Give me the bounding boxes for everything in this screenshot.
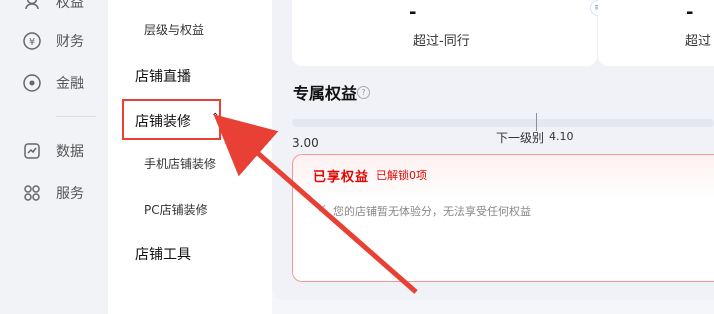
sub-nav-item-tools[interactable]: 店铺工具 <box>135 244 191 264</box>
nav-item-data[interactable]: 数据 <box>22 139 84 163</box>
nav-item-jinrong[interactable]: 金融 <box>22 71 84 95</box>
finance-icon <box>22 73 42 93</box>
stat-label-peer: 超过-同行 <box>413 34 470 49</box>
nav-label-data: 数据 <box>56 144 84 160</box>
progress-track <box>292 119 714 127</box>
benefits-unlocked-count: 已解锁0项 <box>376 169 427 182</box>
nav-divider <box>56 116 96 117</box>
sub-nav: 层级与权益 店铺直播 店铺装修 手机店铺装修 PC店铺装修 店铺工具 <box>108 0 272 314</box>
svg-text:¥: ¥ <box>29 37 35 48</box>
stat-card-peer: - 超过-同行 <box>292 0 597 66</box>
yen-icon: ¥ <box>22 31 42 51</box>
help-icon[interactable]: ? <box>357 86 370 99</box>
nav-item-finance[interactable]: ¥ 财务 <box>22 29 84 53</box>
chart-icon <box>22 141 42 161</box>
sub-nav-item-mobile-decoration[interactable]: 手机店铺装修 <box>144 155 216 172</box>
sub-nav-item-live[interactable]: 店铺直播 <box>135 66 191 86</box>
stat-value-b: - <box>686 2 694 23</box>
benefits-note: 您的店铺暂无体验分，无法享受任何权益 <box>333 205 531 218</box>
next-level-label: 下一级别 <box>496 131 545 145</box>
stat-card-b: - 超过 <box>598 0 714 66</box>
annotation-highlight-box <box>122 99 221 140</box>
nav-label-rights: 权益 <box>56 0 84 11</box>
stat-value-peer: - <box>409 2 417 23</box>
nav-item-rights[interactable]: 权益 <box>22 0 84 14</box>
nav-label-service: 服务 <box>56 186 84 202</box>
stat-label-b: 超过 <box>685 34 712 49</box>
exclusive-rights-title: 专属权益 <box>293 84 358 103</box>
nav-item-service[interactable]: 服务 <box>22 181 84 205</box>
nav-label-finance: 财务 <box>56 34 84 50</box>
left-nav: 权益 ¥ 财务 金融 数据 服务 <box>0 0 108 314</box>
nav-label-jinrong: 金融 <box>56 76 84 92</box>
sub-nav-item-pc-decoration[interactable]: PC店铺装修 <box>144 201 208 218</box>
chevron-up-icon[interactable]: ⌃ <box>211 112 219 123</box>
sub-nav-item-tier-rights[interactable]: 层级与权益 <box>144 21 204 38</box>
check-icon: ✓ <box>317 202 328 217</box>
benefits-title: 已享权益 <box>313 170 370 185</box>
next-level-value: 4.10 <box>549 130 574 143</box>
badge-icon <box>22 0 42 12</box>
grid-icon <box>22 183 42 203</box>
current-score: 3.00 <box>292 136 319 150</box>
